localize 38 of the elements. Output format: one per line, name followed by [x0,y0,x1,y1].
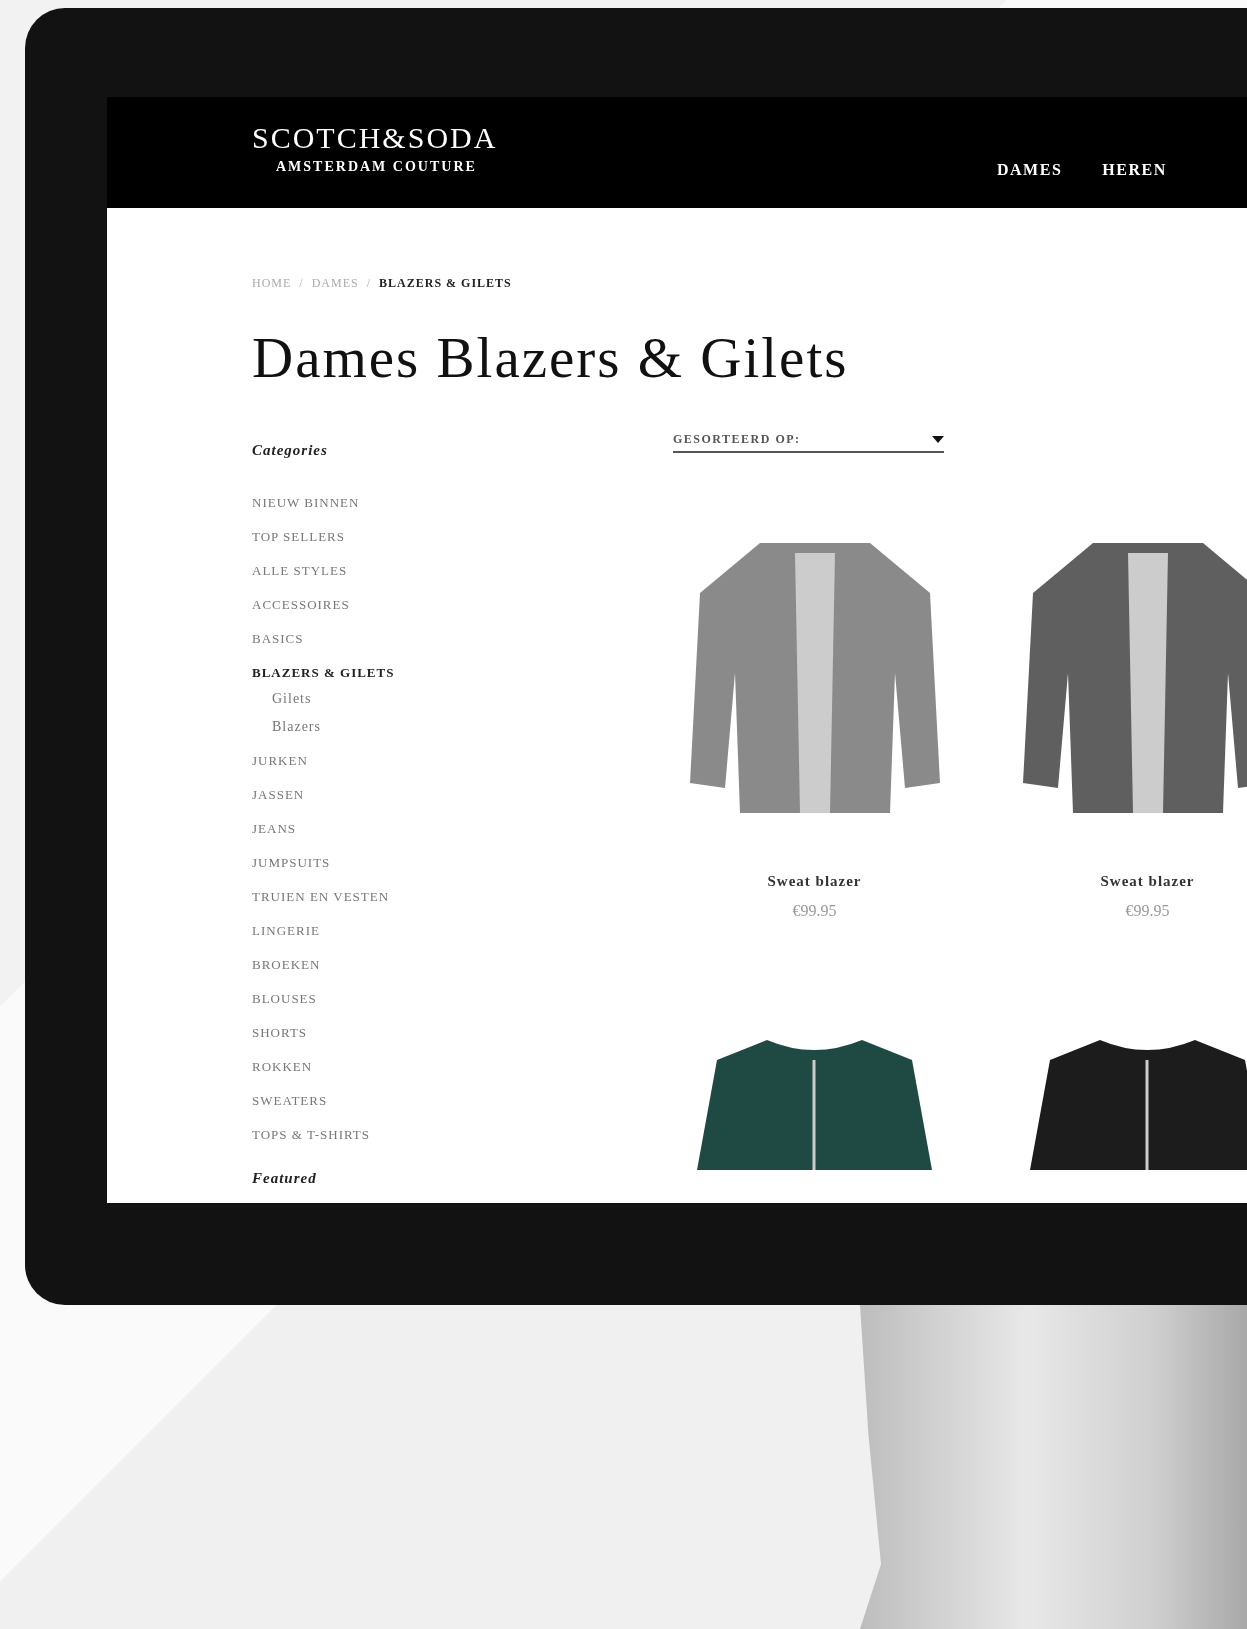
category-link[interactable]: NIEUW BINNEN [252,495,360,510]
sidebar-heading: Categories [252,442,329,459]
category-link[interactable]: BLOUSES [252,991,317,1006]
breadcrumb-link[interactable]: BLAZERS & GILETS [379,276,512,291]
category-link[interactable]: JUMPSUITS [252,855,331,870]
subcategory-link[interactable]: Blazers [272,718,321,736]
category-link[interactable]: BASICS [252,631,304,646]
category-link[interactable]: ROKKEN [252,1059,313,1074]
product-price: €99.95 [792,902,837,920]
category-link[interactable]: BROEKEN [252,957,321,972]
breadcrumb-link[interactable]: DAMES [311,276,359,291]
breadcrumb-separator: / [299,276,304,291]
category-link[interactable]: LINGERIE [252,923,320,938]
sidebar-heading: Featured [252,1170,318,1187]
category-link[interactable]: JURKEN [252,753,308,768]
product-name[interactable]: Sweat blazer [767,873,862,890]
product-name[interactable]: Sweat blazer [1100,873,1195,890]
category-link[interactable]: TOP SELLERS [252,529,345,544]
nav-link[interactable]: HEREN [1102,161,1167,179]
category-link[interactable]: BLAZERS & GILETS [252,665,395,680]
category-link[interactable]: TRUIEN EN VESTEN [252,889,390,904]
category-link[interactable]: ACCESSOIRES [252,597,350,612]
subcategory-link[interactable]: Gilets [272,690,312,708]
sort-dropdown[interactable]: GESORTEERD OP: [673,432,944,453]
logo-tagline: AMSTERDAM COUTURE [276,159,478,175]
category-link[interactable]: TOPS & T-SHIRTS [252,1127,371,1142]
category-link[interactable]: ALLE STYLES [252,563,348,578]
category-link[interactable]: SHORTS [252,1025,308,1040]
category-link[interactable]: SWEATERS [252,1093,328,1108]
caret-icon [932,436,944,443]
breadcrumb-link[interactable]: HOME [252,276,292,291]
product-price: €99.95 [1125,902,1170,920]
nav-link[interactable]: DAMES [997,161,1063,179]
logo: SCOTCH&SODA [252,121,499,155]
category-link[interactable]: JASSEN [252,787,305,802]
breadcrumb-separator: / [366,276,372,291]
page-title: Dames Blazers & Gilets [252,325,850,390]
category-link[interactable]: JEANS [252,821,296,836]
